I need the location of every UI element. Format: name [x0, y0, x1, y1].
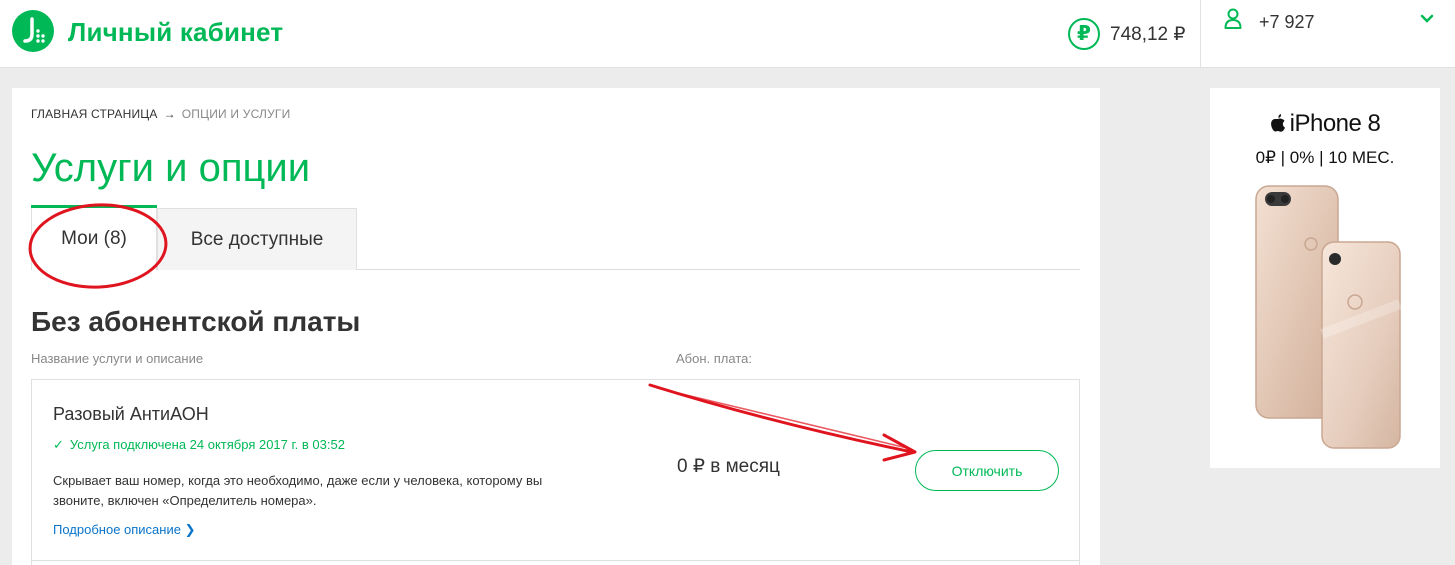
user-icon	[1224, 8, 1242, 29]
service-status: ✓ Услуга подключена 24 октября 2017 г. в …	[53, 437, 345, 453]
ad-title: iPhone 8	[1210, 110, 1440, 138]
details-link[interactable]: Подробное описание ❯	[53, 522, 195, 538]
iphone-advertisement[interactable]: iPhone 8 0₽ | 0% | 10 МЕС.	[1210, 88, 1440, 468]
column-header-fee: Абон. плата:	[676, 351, 752, 366]
service-row: Разовый АнтиАОН ✓ Услуга подключена 24 ок…	[31, 379, 1080, 565]
header-divider	[1200, 0, 1201, 68]
breadcrumb-arrow-icon: →	[163, 107, 176, 121]
ruble-icon: ₽	[1068, 18, 1100, 50]
megafon-logo-icon[interactable]	[12, 10, 54, 52]
service-row-divider	[31, 560, 1080, 561]
iphone-image	[1255, 185, 1402, 449]
breadcrumb-current: ОПЦИИ И УСЛУГИ	[181, 107, 291, 121]
service-status-text: Услуга подключена 24 октября 2017 г. в 0…	[69, 437, 345, 452]
breadcrumb: ГЛАВНАЯ СТРАНИЦА → ОПЦИИ И УСЛУГИ	[31, 107, 290, 121]
brand-title[interactable]: Личный кабинет	[68, 17, 283, 48]
disconnect-button[interactable]: Отключить	[915, 450, 1059, 491]
annotation-circle	[28, 203, 168, 289]
ad-title-text: iPhone 8	[1289, 110, 1381, 137]
top-header: Личный кабинет ₽ 748,12 ₽ +7 927	[0, 0, 1455, 68]
service-price: 0 ₽ в месяц	[677, 456, 780, 477]
breadcrumb-home[interactable]: ГЛАВНАЯ СТРАНИЦА	[31, 107, 158, 121]
page-title: Услуги и опции	[31, 146, 311, 190]
apple-logo-icon	[1270, 114, 1285, 132]
check-icon: ✓	[53, 437, 64, 452]
account-phone[interactable]: +7 927	[1259, 12, 1315, 33]
section-title: Без абонентской платы	[31, 306, 361, 337]
ad-terms: 0₽ | 0% | 10 МЕС.	[1255, 148, 1395, 167]
services-card: ГЛАВНАЯ СТРАНИЦА → ОПЦИИ И УСЛУГИ Услуги и…	[12, 88, 1100, 565]
chevron-down-icon[interactable]	[1420, 12, 1434, 26]
tab-all-available[interactable]: Все доступные	[157, 208, 357, 270]
balance-amount[interactable]: 748,12 ₽	[1110, 23, 1185, 46]
service-name: Разовый АнтиАОН	[53, 404, 209, 424]
column-header-name: Название услуги и описание	[31, 351, 204, 366]
service-description: Скрывает ваш номер, когда это необходимо…	[53, 473, 543, 508]
